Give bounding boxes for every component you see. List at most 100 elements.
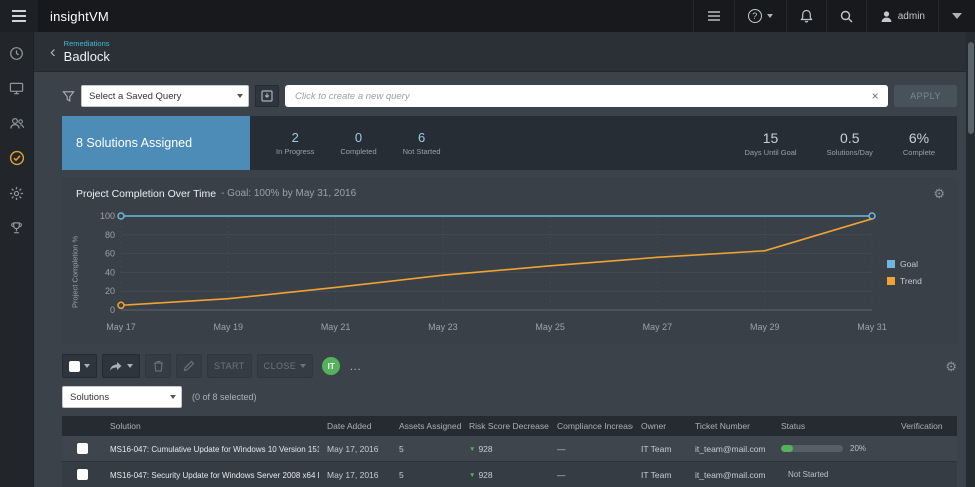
chart-settings-gear-icon[interactable]: ⚙	[933, 187, 945, 200]
column-header[interactable]: Ticket Number	[687, 421, 773, 431]
stat-solutions-per-day: 0.5 Solutions/Day	[827, 130, 873, 157]
edit-button[interactable]	[176, 354, 202, 378]
hamburger-menu-icon[interactable]	[0, 0, 38, 32]
column-header[interactable]: Verification	[893, 421, 957, 431]
help-button[interactable]: ?	[734, 0, 786, 32]
delete-button[interactable]	[145, 354, 171, 378]
table-body: MS16-047: Cumulative Update for Windows …	[62, 436, 957, 487]
scrollbar-thumb[interactable]	[968, 42, 974, 134]
solutions-table: SolutionDate AddedAssets AssignedRisk Sc…	[62, 416, 957, 487]
table-controls: Solutions (0 of 8 selected)	[62, 386, 957, 408]
owner-cell: IT Team	[633, 470, 687, 480]
sidebar-item-console[interactable]	[7, 79, 27, 97]
status-cell: 20%	[773, 444, 893, 453]
chevron-down-icon	[127, 364, 133, 368]
solutions-toolbar: START CLOSE IT … ⚙	[62, 354, 957, 378]
save-query-button[interactable]	[255, 85, 279, 107]
chart-title: Project Completion Over Time	[76, 188, 216, 200]
table-row[interactable]: MS16-047: Security Update for Windows Se…	[62, 462, 957, 487]
assets-assigned-cell: 5	[391, 470, 461, 480]
close-dropdown[interactable]: CLOSE	[257, 354, 314, 378]
legend-item-goal: Goal	[887, 259, 949, 269]
check-circle-icon	[9, 150, 25, 166]
chevron-down-icon	[952, 13, 962, 19]
owner-avatar[interactable]: IT	[322, 357, 340, 375]
column-header[interactable]: Solution	[102, 421, 319, 431]
task-list-button[interactable]	[693, 0, 734, 32]
save-icon	[261, 90, 273, 102]
vertical-scrollbar[interactable]	[966, 32, 975, 487]
chart-legend: Goal Trend	[887, 206, 949, 338]
solutions-assigned-highlight[interactable]: 8 Solutions Assigned	[62, 116, 250, 170]
saved-query-select[interactable]: Select a Saved Query	[81, 85, 249, 107]
svg-text:May 27: May 27	[643, 322, 673, 332]
assign-dropdown[interactable]	[102, 354, 140, 378]
user-menu-button[interactable]: admin	[866, 0, 938, 32]
row-checkbox[interactable]	[77, 469, 88, 480]
stat-in-progress: 2 In Progress	[276, 130, 314, 156]
sidebar-item-goals[interactable]	[7, 219, 27, 237]
sidebar-item-automation[interactable]	[7, 184, 27, 202]
clear-query-icon[interactable]: ×	[866, 87, 884, 105]
sidebar-item-remediations[interactable]	[7, 149, 27, 167]
select-all-dropdown[interactable]	[62, 354, 97, 378]
svg-text:May 23: May 23	[428, 322, 458, 332]
trend-swatch	[887, 277, 895, 285]
svg-text:May 21: May 21	[321, 322, 351, 332]
stat-not-started: 6 Not Started	[403, 130, 441, 156]
left-sidebar	[0, 32, 34, 487]
solution-cell[interactable]: MS16-047: Security Update for Windows Se…	[102, 470, 319, 480]
monitor-icon	[9, 81, 24, 96]
compliance-cell: —	[549, 444, 633, 454]
status-text: Not Started	[788, 470, 828, 479]
svg-text:May 25: May 25	[535, 322, 565, 332]
back-chevron-icon[interactable]: ‹	[42, 43, 64, 60]
column-header[interactable]: Date Added	[319, 421, 391, 431]
app-logo: insightVM	[50, 9, 109, 24]
query-bar: Select a Saved Query × APPLY	[62, 84, 957, 108]
svg-text:40: 40	[105, 267, 115, 277]
breadcrumb[interactable]: Remediations	[64, 39, 110, 48]
apply-button[interactable]: APPLY	[894, 85, 957, 107]
notifications-button[interactable]	[786, 0, 826, 32]
start-button[interactable]: START	[207, 354, 252, 378]
status-cell: Not Started	[773, 470, 893, 479]
chart-panel: Project Completion Over Time - Goal: 100…	[62, 178, 957, 344]
row-checkbox[interactable]	[77, 443, 88, 454]
panel-collapse-button[interactable]	[938, 0, 975, 32]
column-header[interactable]: Compliance Increase	[549, 421, 633, 431]
line-chart: 020406080100May 17May 19May 21May 23May …	[82, 206, 887, 338]
more-options-icon[interactable]: …	[345, 359, 366, 373]
column-header[interactable]: Assets Assigned	[391, 421, 461, 431]
goal-swatch	[887, 260, 895, 268]
filter-icon	[62, 90, 75, 103]
sidebar-item-users[interactable]	[7, 114, 27, 132]
svg-text:May 17: May 17	[106, 322, 136, 332]
search-button[interactable]	[826, 0, 866, 32]
date-added-cell: May 17, 2016	[319, 470, 391, 480]
view-select[interactable]: Solutions	[62, 386, 182, 408]
solution-cell[interactable]: MS16-047: Cumulative Update for Windows …	[102, 444, 319, 454]
chart-goal-subtitle: - Goal: 100% by May 31, 2016	[221, 188, 356, 199]
table-settings-gear-icon[interactable]: ⚙	[945, 360, 957, 373]
column-header[interactable]: Risk Score Decrease	[461, 421, 549, 431]
sidebar-item-history[interactable]	[7, 44, 27, 62]
search-icon	[840, 10, 853, 23]
status-text: 20%	[850, 444, 866, 453]
stat-days-until-goal: 15 Days Until Goal	[745, 130, 797, 157]
stat-percent-complete: 6% Complete	[903, 130, 935, 157]
svg-text:May 29: May 29	[750, 322, 780, 332]
column-header[interactable]: Status	[773, 421, 893, 431]
svg-text:May 19: May 19	[214, 322, 244, 332]
ticket-number-cell: it_team@mail.com	[687, 444, 773, 454]
table-row[interactable]: MS16-047: Cumulative Update for Windows …	[62, 436, 957, 462]
trophy-icon	[9, 221, 24, 236]
gear-icon	[9, 186, 24, 201]
summary-strip: 8 Solutions Assigned 2 In Progress 0 Com…	[62, 116, 957, 170]
breadcrumb-bar: ‹ Remediations Badlock	[34, 32, 975, 72]
table-header-row: SolutionDate AddedAssets AssignedRisk Sc…	[62, 416, 957, 436]
svg-text:0: 0	[110, 305, 115, 315]
query-input[interactable]	[285, 85, 888, 107]
column-header[interactable]: Owner	[633, 421, 687, 431]
date-added-cell: May 17, 2016	[319, 444, 391, 454]
